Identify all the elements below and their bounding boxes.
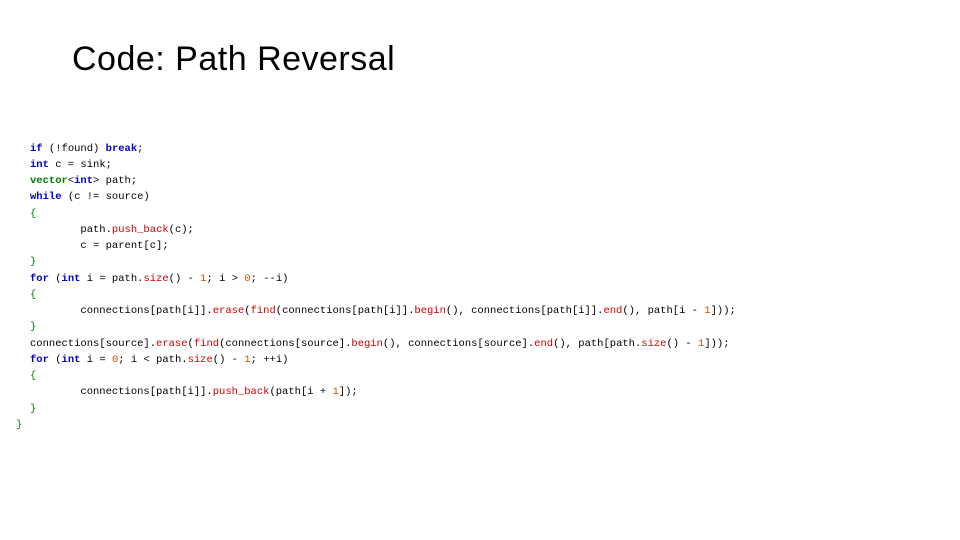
- kw-for: for: [30, 273, 49, 285]
- kw-for: for: [30, 354, 49, 366]
- text: path.: [30, 224, 112, 236]
- text: connections[path[i]].: [30, 305, 213, 317]
- text: (), connections[path[i]].: [446, 305, 604, 317]
- kw-break: break: [106, 143, 138, 155]
- kw-if: if: [30, 143, 43, 155]
- text: c = sink;: [49, 159, 112, 171]
- fn-begin: begin: [414, 305, 446, 317]
- kw-int: int: [62, 354, 81, 366]
- text: ]));: [704, 338, 729, 350]
- brace-close: }: [30, 256, 36, 268]
- slide: Code: Path Reversal if (!found) break; i…: [0, 0, 960, 540]
- text: () -: [667, 338, 699, 350]
- kw-int: int: [30, 159, 49, 171]
- text: connections[source].: [30, 338, 156, 350]
- text: ; --i): [251, 273, 289, 285]
- semi: ;: [137, 143, 143, 155]
- brace-open: {: [30, 208, 36, 220]
- text: (c != source): [62, 191, 150, 203]
- kw-int: int: [62, 273, 81, 285]
- text: () -: [169, 273, 201, 285]
- kw-while: while: [30, 191, 62, 203]
- fn-find: find: [251, 305, 276, 317]
- text: ]);: [339, 386, 358, 398]
- text: (), path[path.: [553, 338, 641, 350]
- type-vector: vector: [30, 175, 68, 187]
- fn-end: end: [603, 305, 622, 317]
- text: (), path[i -: [622, 305, 704, 317]
- cond-not-found: (!found): [49, 143, 99, 155]
- text: (: [49, 273, 62, 285]
- fn-size: size: [188, 354, 213, 366]
- fn-erase: erase: [213, 305, 245, 317]
- text: ; i < path.: [118, 354, 187, 366]
- slide-title: Code: Path Reversal: [72, 40, 395, 79]
- fn-size: size: [143, 273, 168, 285]
- text: path;: [99, 175, 137, 187]
- fn-size: size: [641, 338, 666, 350]
- brace-close-outer: }: [16, 419, 22, 431]
- text: ; ++i): [251, 354, 289, 366]
- text: (), connections[source].: [383, 338, 534, 350]
- code-block: if (!found) break; int c = sink; vector<…: [30, 141, 736, 434]
- text: (c);: [169, 224, 194, 236]
- fn-find: find: [194, 338, 219, 350]
- text: (path[i +: [269, 386, 332, 398]
- text: (: [49, 354, 62, 366]
- brace-open: {: [30, 289, 36, 301]
- text: c = parent[c];: [30, 240, 169, 252]
- kw-int-t: int: [74, 175, 93, 187]
- brace-close: }: [30, 403, 36, 415]
- fn-erase: erase: [156, 338, 188, 350]
- text: i = path.: [80, 273, 143, 285]
- text: () -: [213, 354, 245, 366]
- fn-push-back: push_back: [112, 224, 169, 236]
- fn-push-back: push_back: [213, 386, 270, 398]
- fn-end: end: [534, 338, 553, 350]
- text: ]));: [711, 305, 736, 317]
- text: i =: [80, 354, 112, 366]
- text: connections[path[i]].: [30, 386, 213, 398]
- fn-begin: begin: [351, 338, 383, 350]
- brace-open: {: [30, 370, 36, 382]
- brace-close: }: [30, 321, 36, 333]
- text: (connections[source].: [219, 338, 351, 350]
- text: ; i >: [206, 273, 244, 285]
- text: (connections[path[i]].: [276, 305, 415, 317]
